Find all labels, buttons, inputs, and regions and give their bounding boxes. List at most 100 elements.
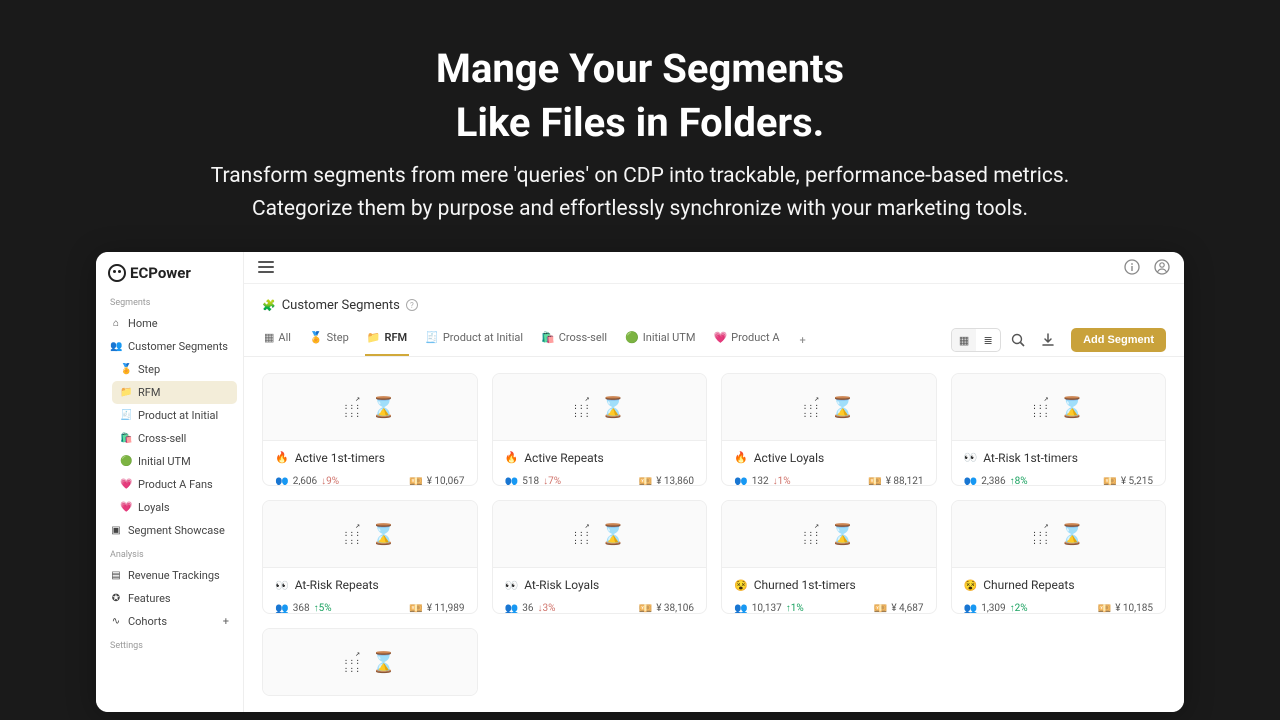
tab-icon: 📁 (367, 331, 381, 344)
add-folder-button[interactable]: + (796, 330, 810, 351)
add-cohort-icon[interactable]: + (223, 615, 229, 628)
search-icon (1011, 333, 1025, 347)
sidebar-item-cohorts[interactable]: ∿Cohorts + (102, 610, 237, 633)
user-circle-icon (1154, 259, 1170, 275)
sidebar-folder-step[interactable]: 🏅Step (112, 358, 237, 381)
segment-card[interactable]: ↗ ::: :::⌛😵Churned 1st-timers👥10,137↑1%💴… (721, 500, 937, 614)
tab-label: All (278, 331, 291, 344)
sidebar-folder-list: 🏅Step 📁RFM 🧾Product at Initial 🛍️Cross-s… (102, 358, 237, 519)
sidebar-item-label: Home (128, 317, 158, 330)
hourglass-icon: ⌛ (1060, 395, 1085, 419)
status-emoji-icon: 🔥 (505, 451, 519, 464)
segment-card[interactable]: ↗ ::: :::⌛ (262, 628, 478, 696)
tab-all[interactable]: ▦All (262, 325, 293, 356)
hero-subtitle: Transform segments from mere 'queries' o… (0, 160, 1280, 225)
people-count: 36 (522, 603, 533, 614)
account-icon[interactable] (1154, 259, 1170, 275)
sidebar-item-customer-segments[interactable]: 👥 Customer Segments (102, 335, 237, 358)
hourglass-icon: ⌛ (601, 395, 626, 419)
card-body: 👀At-Risk 1st-timers👥2,386↑8%💴¥ 5,215 (952, 440, 1166, 487)
people-count: 2,606 (293, 476, 317, 487)
card-body: 👀At-Risk Repeats👥368↑5%💴¥ 11,989 (263, 567, 477, 614)
card-stats: 👥1,309↑2% 💴¥ 10,185 (964, 602, 1154, 614)
add-segment-button[interactable]: Add Segment (1071, 328, 1166, 352)
sidebar-item-label: Loyals (138, 501, 170, 514)
card-title: 🔥Active 1st-timers (275, 451, 465, 465)
sidebar-item-home[interactable]: ⌂ Home (102, 312, 237, 335)
revenue-stat: 💴¥ 88,121 (868, 475, 924, 487)
folder-icon: 🏅 (120, 364, 132, 375)
sidebar-item-label: Cohorts (128, 615, 167, 628)
main-panel: 🧩 Customer Segments ? ▦All 🏅Step 📁RFM 🧾P… (244, 252, 1184, 712)
sidebar-item-revenue-trackings[interactable]: ▤ Revenue Trackings (102, 564, 237, 587)
pattern-icon: ↗ ::: ::: (573, 522, 590, 546)
segment-card[interactable]: ↗ ::: :::⌛🔥Active 1st-timers👥2,606↓9%💴¥ … (262, 373, 478, 487)
pattern-icon: ↗ ::: ::: (1032, 395, 1049, 419)
sidebar-toggle-button[interactable] (258, 261, 274, 273)
pattern-icon: ↗ ::: ::: (1032, 522, 1049, 546)
sidebar: ECPower Segments ⌂ Home 👥 Customer Segme… (96, 252, 244, 712)
folder-tabs: ▦All 🏅Step 📁RFM 🧾Product at Initial 🛍️ Cr… (262, 325, 810, 356)
sidebar-item-label: Product A Fans (138, 478, 213, 491)
search-button[interactable] (1005, 329, 1031, 351)
tab-initial-utm[interactable]: 🟢Initial UTM (623, 325, 697, 356)
showcase-icon: ▣ (110, 525, 122, 536)
hourglass-icon: ⌛ (371, 395, 396, 419)
sidebar-folder-rfm[interactable]: 📁RFM (112, 381, 237, 404)
card-thumbnail: ↗ ::: :::⌛ (493, 501, 707, 567)
people-stat: 👥1,309↑2% (964, 602, 1028, 614)
tab-icon: 🛍️ (541, 331, 555, 344)
people-icon: 👥 (275, 475, 289, 487)
folder-icon: 💗 (120, 479, 132, 490)
tab-icon: 💗 (713, 331, 727, 344)
people-stat: 👥2,606↓9% (275, 475, 339, 487)
logo-mark-icon (108, 264, 126, 282)
sidebar-item-features[interactable]: ✪ Features (102, 587, 237, 610)
sidebar-folder-cross-sell[interactable]: 🛍️Cross-sell (112, 427, 237, 450)
people-stat: 👥368↑5% (275, 602, 332, 614)
download-button[interactable] (1035, 329, 1061, 351)
revenue-stat: 💴¥ 10,185 (1097, 602, 1153, 614)
card-thumbnail: ↗ ::: :::⌛ (722, 501, 936, 567)
segment-card[interactable]: ↗ ::: :::⌛😵Churned Repeats👥1,309↑2%💴¥ 10… (951, 500, 1167, 614)
sidebar-item-label: Segment Showcase (128, 524, 225, 537)
download-icon (1041, 333, 1055, 347)
revenue-value: ¥ 10,067 (427, 476, 465, 487)
card-stats: 👥518↓7%💴¥ 13,860 (505, 475, 695, 487)
people-icon: 👥 (110, 341, 122, 352)
segment-card[interactable]: ↗ ::: :::⌛👀At-Risk Repeats👥368↑5%💴¥ 11,9… (262, 500, 478, 614)
revenue-icon: 💴 (638, 602, 652, 614)
hourglass-icon: ⌛ (830, 395, 855, 419)
tab-cross-sell[interactable]: 🛍️ Cross-sell (539, 325, 609, 356)
sidebar-folder-product-initial[interactable]: 🧾Product at Initial (112, 404, 237, 427)
segment-card[interactable]: ↗ ::: :::⌛👀At-Risk 1st-timers👥2,386↑8%💴¥… (951, 373, 1167, 487)
sidebar-item-segment-showcase[interactable]: ▣ Segment Showcase (102, 519, 237, 542)
people-icon: 👥 (275, 602, 289, 614)
list-view-button[interactable] (976, 329, 1000, 351)
tab-label: Step (327, 331, 349, 344)
segment-card[interactable]: ↗ ::: :::⌛👀At-Risk Loyals👥36↓3%💴¥ 38,106 (492, 500, 708, 614)
app-frame: ECPower Segments ⌂ Home 👥 Customer Segme… (96, 252, 1184, 712)
card-title: 👀At-Risk 1st-timers (964, 451, 1154, 465)
tab-step[interactable]: 🏅Step (307, 325, 351, 356)
sidebar-folder-loyals[interactable]: 💗Loyals (112, 496, 237, 519)
revenue-stat: 💴¥ 10,067 (409, 475, 465, 487)
info-icon[interactable] (1124, 259, 1140, 275)
help-icon[interactable]: ? (406, 299, 418, 311)
revenue-icon: 💴 (409, 602, 423, 614)
hourglass-icon: ⌛ (371, 650, 396, 674)
segment-card-grid: ↗ ::: :::⌛🔥Active 1st-timers👥2,606↓9%💴¥ … (244, 357, 1184, 712)
card-thumbnail: ↗ ::: :::⌛ (952, 501, 1166, 567)
tab-rfm[interactable]: 📁RFM (365, 325, 409, 356)
segment-card[interactable]: ↗ ::: :::⌛🔥Active Loyals👥132↓1%💴¥ 88,121 (721, 373, 937, 487)
tab-product-a[interactable]: 💗Product A (711, 325, 781, 356)
sidebar-folder-initial-utm[interactable]: 🟢Initial UTM (112, 450, 237, 473)
grid-view-button[interactable] (952, 329, 976, 351)
tab-label: Cross-sell (559, 331, 607, 344)
segment-card[interactable]: ↗ ::: :::⌛🔥Active Repeats👥518↓7%💴¥ 13,86… (492, 373, 708, 487)
delta-value: ↓7% (543, 476, 561, 487)
sidebar-folder-product-a-fans[interactable]: 💗 Product A Fans (112, 473, 237, 496)
brand-logo[interactable]: ECPower (102, 264, 237, 290)
segment-name: Churned 1st-timers (754, 578, 856, 592)
tab-product-initial[interactable]: 🧾Product at Initial (423, 325, 525, 356)
